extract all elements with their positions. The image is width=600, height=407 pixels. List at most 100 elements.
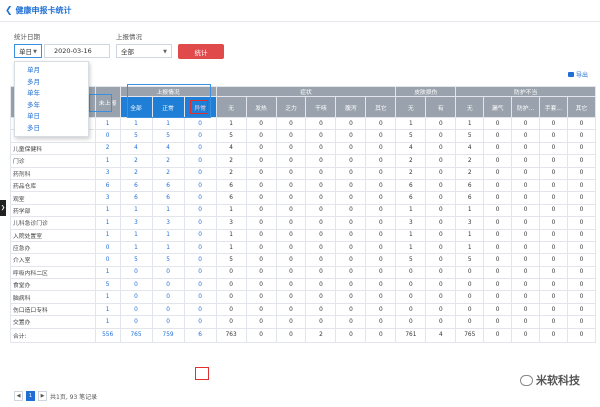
table-cell[interactable]: 6 [119, 178, 153, 193]
table-cell[interactable]: 2 [94, 141, 121, 156]
next-page-icon[interactable]: ▶ [38, 391, 47, 401]
table-cell[interactable]: 1 [455, 228, 485, 242]
table-cell[interactable]: 3 [215, 216, 247, 230]
table-cell[interactable]: 556 [94, 327, 121, 343]
dropdown-option[interactable]: 单年 [15, 88, 88, 100]
table-cell[interactable]: 0 [183, 166, 217, 180]
table-cell[interactable]: 1 [94, 228, 121, 242]
table-cell[interactable]: 0 [151, 278, 185, 292]
table-cell[interactable]: 1 [455, 203, 485, 218]
table-cell[interactable]: 0 [183, 265, 217, 280]
table-cell[interactable]: 0 [183, 203, 217, 218]
table-cell[interactable]: 1 [395, 116, 427, 131]
table-cell[interactable]: 1 [94, 265, 121, 280]
table-cell[interactable]: 6 [395, 178, 427, 193]
table-cell[interactable]: 4 [151, 141, 185, 156]
table-cell[interactable]: 5 [119, 253, 153, 267]
table-cell[interactable]: 2 [455, 154, 485, 168]
table-cell[interactable]: 0 [183, 216, 217, 230]
table-cell[interactable]: 0 [119, 302, 153, 317]
table-cell[interactable]: 1 [215, 240, 247, 255]
table-cell[interactable]: 759 [151, 327, 185, 343]
table-cell[interactable]: 5 [94, 278, 121, 292]
table-cell[interactable]: 1 [395, 203, 427, 218]
table-cell[interactable]: 1 [119, 228, 153, 242]
table-cell[interactable]: 3 [119, 216, 153, 230]
table-cell[interactable]: 2 [119, 166, 153, 180]
table-cell[interactable]: 0 [183, 129, 217, 143]
table-cell[interactable]: 6 [94, 178, 121, 193]
table-cell[interactable]: 5 [455, 129, 485, 143]
table-cell[interactable]: 2 [151, 154, 185, 168]
date-input[interactable]: 2020-03-16 [44, 44, 110, 58]
table-cell[interactable]: 1 [94, 203, 121, 218]
table-cell[interactable]: 6 [119, 191, 153, 205]
table-cell[interactable]: 4 [395, 141, 427, 156]
table-cell[interactable]: 0 [151, 315, 185, 329]
table-cell[interactable]: 2 [305, 327, 337, 343]
table-cell[interactable]: 2 [119, 154, 153, 168]
table-cell[interactable]: 5 [395, 253, 427, 267]
prev-page-icon[interactable]: ◀ [14, 391, 23, 401]
table-cell[interactable]: 761 [395, 327, 427, 343]
table-cell[interactable]: 6 [455, 178, 485, 193]
table-cell[interactable]: 1 [94, 154, 121, 168]
table-cell[interactable]: 4 [455, 141, 485, 156]
table-cell[interactable]: 1 [151, 203, 185, 218]
table-cell[interactable]: 4 [215, 141, 247, 156]
table-cell[interactable]: 6 [183, 327, 217, 343]
table-cell[interactable]: 1 [94, 216, 121, 230]
table-cell[interactable]: 5 [215, 129, 247, 143]
table-cell[interactable]: 1 [94, 116, 121, 131]
table-cell[interactable]: 3 [94, 166, 121, 180]
table-cell[interactable]: 1 [455, 116, 485, 131]
table-cell[interactable]: 0 [183, 253, 217, 267]
table-cell[interactable]: 5 [215, 253, 247, 267]
table-cell[interactable]: 5 [151, 253, 185, 267]
table-cell[interactable]: 0 [119, 315, 153, 329]
table-cell[interactable]: 6 [151, 191, 185, 205]
table-cell[interactable]: 1 [151, 116, 185, 131]
table-cell[interactable]: 1 [119, 203, 153, 218]
table-cell[interactable]: 4 [425, 327, 457, 343]
table-cell[interactable]: 5 [151, 129, 185, 143]
dropdown-option[interactable]: 多日 [15, 123, 88, 135]
table-cell[interactable]: 5 [395, 129, 427, 143]
table-cell[interactable]: 765 [455, 327, 485, 343]
dropdown-option[interactable]: 多年 [15, 100, 88, 112]
table-cell[interactable]: 0 [151, 290, 185, 304]
table-cell[interactable]: 3 [395, 216, 427, 230]
table-cell[interactable]: 765 [119, 327, 153, 343]
table-cell[interactable]: 0 [183, 191, 217, 205]
table-cell[interactable]: 0 [183, 315, 217, 329]
table-cell[interactable]: 0 [151, 265, 185, 280]
table-cell[interactable]: 1 [395, 228, 427, 242]
collapse-icon[interactable]: ❯ [0, 200, 6, 216]
table-cell[interactable]: 2 [215, 154, 247, 168]
table-cell[interactable]: 1 [119, 116, 153, 131]
table-cell[interactable]: 1 [455, 240, 485, 255]
table-cell[interactable]: 5 [455, 253, 485, 267]
table-cell[interactable]: 2 [395, 166, 427, 180]
table-cell[interactable]: 0 [183, 290, 217, 304]
page-number[interactable]: 1 [26, 391, 35, 401]
table-cell[interactable]: 0 [183, 141, 217, 156]
table-cell[interactable]: 0 [183, 228, 217, 242]
table-cell[interactable]: 1 [215, 228, 247, 242]
table-cell[interactable]: 6 [215, 191, 247, 205]
stat-button[interactable]: 统计 [178, 44, 224, 59]
report-select[interactable]: 全部 ▼ [116, 44, 172, 58]
table-cell[interactable]: 3 [94, 191, 121, 205]
table-cell[interactable]: 763 [215, 327, 247, 343]
table-cell[interactable]: 2 [455, 166, 485, 180]
table-cell[interactable]: 2 [215, 166, 247, 180]
table-cell[interactable]: 3 [151, 216, 185, 230]
table-cell[interactable]: 1 [215, 116, 247, 131]
table-cell[interactable]: 6 [151, 178, 185, 193]
dropdown-option[interactable]: 多月 [15, 77, 88, 89]
table-cell[interactable]: 0 [183, 154, 217, 168]
table-cell[interactable]: 1 [119, 240, 153, 255]
table-cell[interactable]: 1 [94, 290, 121, 304]
table-cell[interactable]: 2 [151, 166, 185, 180]
table-cell[interactable]: 6 [455, 191, 485, 205]
